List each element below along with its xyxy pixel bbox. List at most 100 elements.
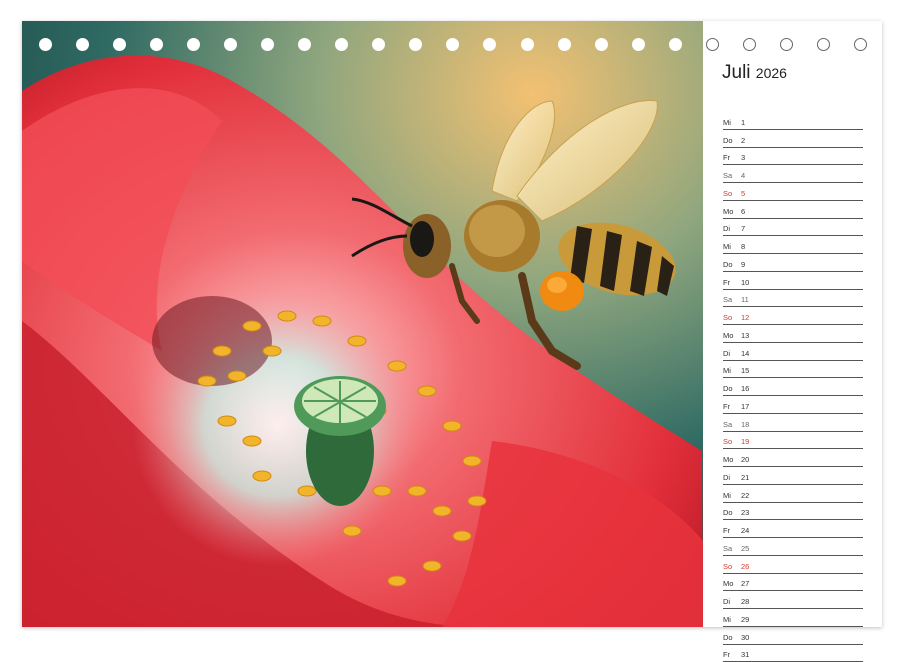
binding-hole xyxy=(298,38,311,51)
weekday-label: Mi xyxy=(723,366,731,375)
day-row: Do 30 xyxy=(723,627,863,645)
day-row: Mi 22 xyxy=(723,485,863,503)
weekday-label: Mo xyxy=(723,207,733,216)
day-row: Fr 31 xyxy=(723,645,863,662)
binding-hole xyxy=(39,38,52,51)
day-row: Mo 27 xyxy=(723,574,863,592)
day-row: Mi 1 xyxy=(723,112,863,130)
day-row: Fr 10 xyxy=(723,272,863,290)
binding-hole xyxy=(261,38,274,51)
weekday-label: Fr xyxy=(723,526,730,535)
weekday-label: Di xyxy=(723,224,730,233)
weekday-label: So xyxy=(723,437,732,446)
weekday-label: Do xyxy=(723,136,733,145)
day-number: 25 xyxy=(741,544,749,553)
day-row: Di 21 xyxy=(723,467,863,485)
weekday-label: Sa xyxy=(723,295,732,304)
weekday-label: Fr xyxy=(723,650,730,659)
day-number: 7 xyxy=(741,224,745,233)
day-row: Mo 20 xyxy=(723,449,863,467)
day-number: 10 xyxy=(741,278,749,287)
day-row: Fr3 xyxy=(723,148,863,166)
weekday-label: So xyxy=(723,562,732,571)
day-number: 31 xyxy=(741,650,749,659)
day-row: Di 14 xyxy=(723,343,863,361)
binding-hole xyxy=(521,38,534,51)
day-row: Mi29 xyxy=(723,609,863,627)
binding-hole xyxy=(595,38,608,51)
day-row: Sa 4 xyxy=(723,165,863,183)
binding-hole xyxy=(187,38,200,51)
day-number: 19 xyxy=(741,437,749,446)
weekday-label: Mi xyxy=(723,242,731,251)
day-row: So 26 xyxy=(723,556,863,574)
weekday-label: So xyxy=(723,189,732,198)
day-number: 29 xyxy=(741,615,749,624)
weekday-label: Mi xyxy=(723,491,731,500)
day-number: 1 xyxy=(741,118,745,127)
day-row: Do 2 xyxy=(723,130,863,148)
weekday-label: Do xyxy=(723,384,733,393)
day-number: 27 xyxy=(741,579,749,588)
day-number: 21 xyxy=(741,473,749,482)
weekday-label: Di xyxy=(723,473,730,482)
weekday-label: Mo xyxy=(723,455,733,464)
day-number: 22 xyxy=(741,491,749,500)
day-number: 26 xyxy=(741,562,749,571)
day-row: Sa 18 xyxy=(723,414,863,432)
day-number: 23 xyxy=(741,508,749,517)
binding-hole xyxy=(632,38,645,51)
weekday-label: Fr xyxy=(723,278,730,287)
calendar-panel: Juli 2026 Mi1Do2Fr3Sa4So5Mo6Di7Mi8Do9Fr1… xyxy=(703,21,882,627)
day-list: Mi1Do2Fr3Sa4So5Mo6Di7Mi8Do9Fr10Sa11So12M… xyxy=(723,112,863,662)
weekday-label: Mi xyxy=(723,118,731,127)
day-row: Di 7 xyxy=(723,219,863,237)
day-number: 17 xyxy=(741,402,749,411)
day-number: 24 xyxy=(741,526,749,535)
weekday-label: Di xyxy=(723,349,730,358)
day-number: 2 xyxy=(741,136,745,145)
weekday-label: Do xyxy=(723,508,733,517)
day-row: Mo 6 xyxy=(723,201,863,219)
day-number: 5 xyxy=(741,189,745,198)
day-number: 3 xyxy=(741,153,745,162)
weekday-label: Di xyxy=(723,597,730,606)
binding-hole xyxy=(150,38,163,51)
bee-poppy-photo xyxy=(22,21,703,627)
weekday-label: Sa xyxy=(723,171,732,180)
day-row: Fr 24 xyxy=(723,520,863,538)
binding-hole xyxy=(224,38,237,51)
day-number: 30 xyxy=(741,633,749,642)
day-number: 6 xyxy=(741,207,745,216)
day-number: 14 xyxy=(741,349,749,358)
weekday-label: Mo xyxy=(723,579,733,588)
day-row: Mi 15 xyxy=(723,361,863,379)
binding-hole xyxy=(372,38,385,51)
day-row: Fr17 xyxy=(723,396,863,414)
day-row: Do 23 xyxy=(723,503,863,521)
day-row: Do 16 xyxy=(723,378,863,396)
day-number: 18 xyxy=(741,420,749,429)
day-row: So 5 xyxy=(723,183,863,201)
day-row: Sa 11 xyxy=(723,290,863,308)
day-number: 12 xyxy=(741,313,749,322)
day-number: 11 xyxy=(741,295,749,304)
binding-hole xyxy=(446,38,459,51)
day-number: 9 xyxy=(741,260,745,269)
weekday-label: Sa xyxy=(723,420,732,429)
weekday-label: Do xyxy=(723,633,733,642)
day-number: 4 xyxy=(741,171,745,180)
day-number: 13 xyxy=(741,331,749,340)
weekday-label: Do xyxy=(723,260,733,269)
binding-hole xyxy=(409,38,422,51)
day-number: 15 xyxy=(741,366,749,375)
weekday-label: Mo xyxy=(723,331,733,340)
day-number: 16 xyxy=(741,384,749,393)
day-number: 20 xyxy=(741,455,749,464)
month-name: Juli xyxy=(722,62,751,83)
weekday-label: Sa xyxy=(723,544,732,553)
day-row: So12 xyxy=(723,307,863,325)
binding-hole xyxy=(76,38,89,51)
day-row: Mo 13 xyxy=(723,325,863,343)
day-row: Di28 xyxy=(723,591,863,609)
